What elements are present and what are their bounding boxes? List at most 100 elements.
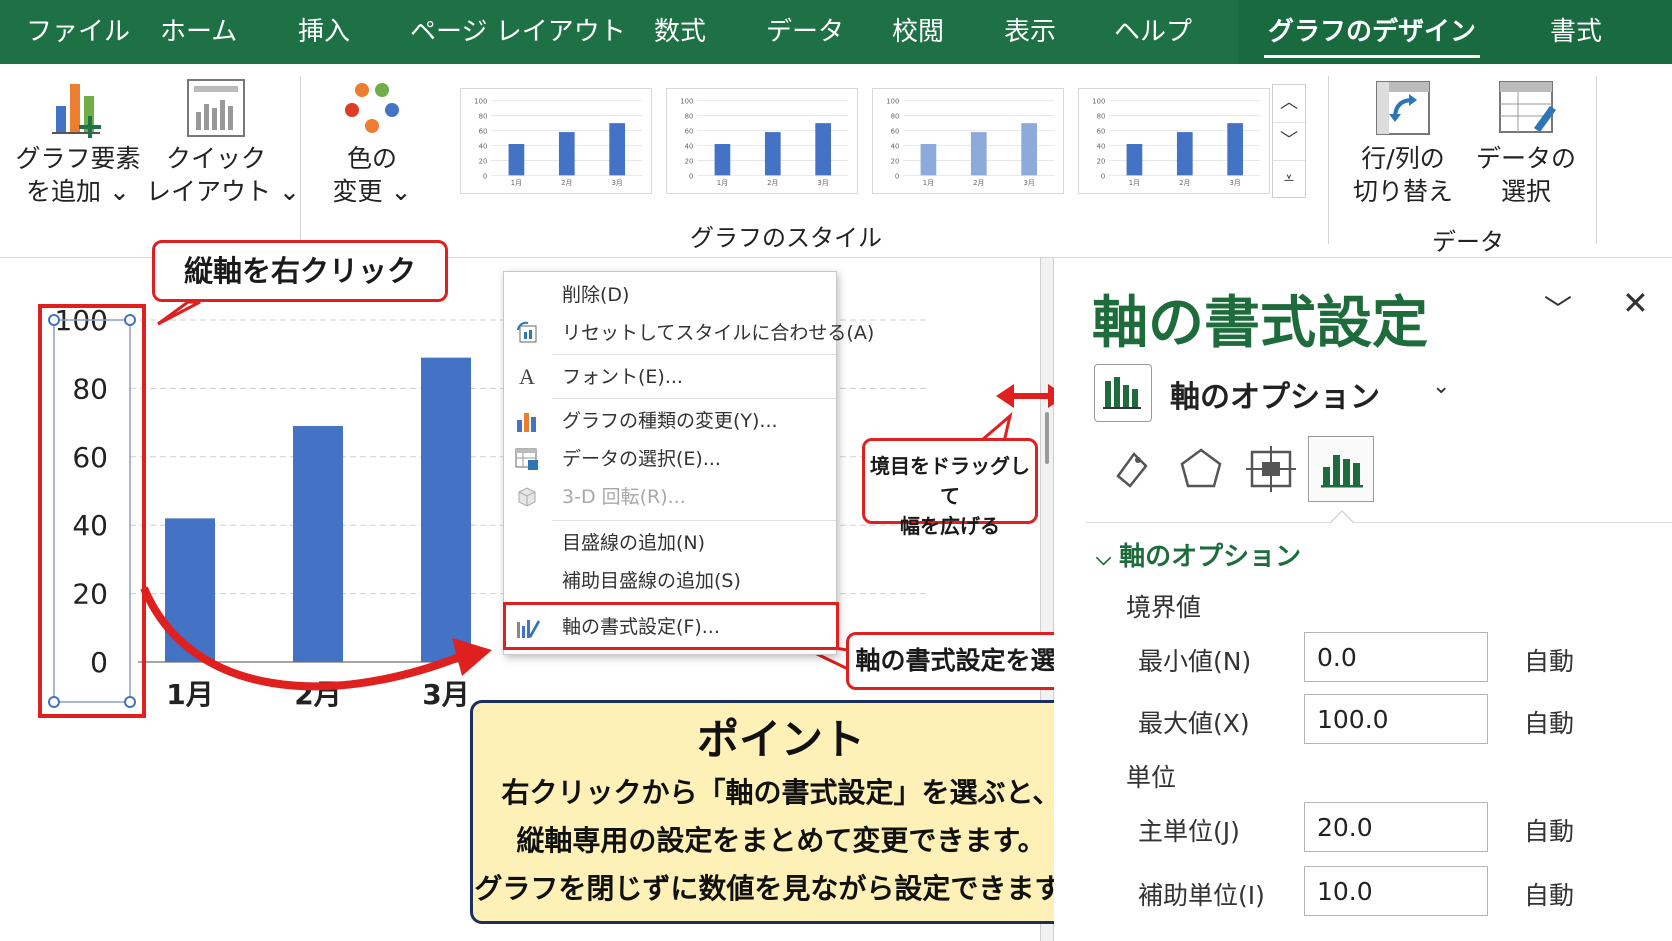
- menu-item-add-gridlines[interactable]: 目盛線の追加(N): [504, 524, 836, 562]
- menu-item-add-minor-gridlines[interactable]: 補助目盛線の追加(S): [504, 562, 836, 600]
- thumb-x-tick: 3月: [1230, 179, 1241, 187]
- minor-unit-input[interactable]: [1304, 866, 1488, 916]
- minor-unit-label: 補助単位(I): [1138, 881, 1265, 910]
- menu-item-label: 削除(D): [562, 284, 630, 306]
- bar[interactable]: [293, 426, 343, 662]
- menu-item-delete[interactable]: 削除(D): [504, 276, 836, 314]
- switch-row-column-button[interactable]: 行/列の 切り替え: [1344, 76, 1462, 208]
- chart-style-1[interactable]: 100 80 60 40 20 0 1月 2月 3月: [460, 88, 652, 194]
- tab-insert[interactable]: 挿入: [298, 0, 350, 64]
- thumb-bar: [558, 132, 575, 176]
- chart-style-4[interactable]: 100 80 60 40 20 0 1月 2月 3月: [1078, 88, 1270, 194]
- axis-options-icon: [1094, 364, 1152, 422]
- menu-item-select-data[interactable]: データの選択(E)...: [504, 440, 836, 478]
- style-gallery-scroll: ︿ ﹀ ⩡: [1272, 84, 1306, 198]
- bar[interactable]: [165, 518, 215, 662]
- chart-style-3[interactable]: 100 80 60 40 20 0 1月 2月 3月: [872, 88, 1064, 194]
- add-chart-element-icon: [52, 84, 101, 138]
- tab-help[interactable]: ヘルプ: [1114, 0, 1192, 64]
- chevron-down-icon[interactable]: ﹀: [1544, 288, 1572, 328]
- tab-chart-design[interactable]: グラフのデザイン: [1263, 0, 1481, 64]
- tab-data[interactable]: データ: [766, 0, 844, 64]
- callout-tail: [157, 300, 201, 326]
- reset-style-icon: [517, 321, 537, 343]
- min-auto-button[interactable]: 自動: [1524, 642, 1574, 678]
- chart-style-2[interactable]: 100 80 60 40 20 0 1月 2月 3月: [666, 88, 858, 194]
- tab-file[interactable]: ファイル: [26, 0, 130, 64]
- menu-item-label: グラフの種類の変更(Y)...: [562, 410, 778, 432]
- minor-auto-button[interactable]: 自動: [1524, 876, 1574, 912]
- point-title: ポイント: [696, 715, 865, 764]
- max-auto-button[interactable]: 自動: [1524, 704, 1574, 740]
- thumb-y-tick: 20: [479, 157, 488, 165]
- thumb-y-tick: 80: [1097, 113, 1106, 121]
- switch-row-column-label-1: 行/列の: [1361, 144, 1445, 173]
- max-label: 最大値(X): [1138, 709, 1250, 738]
- quick-layout-label-2: レイアウト ⌄: [146, 177, 300, 206]
- menu-bar: ファイル ホーム 挿入 ページ レイアウト 数式 データ 校閲 表示 ヘルプ グ…: [0, 0, 1672, 64]
- point-line-1: 右クリックから「軸の書式設定」を選ぶと、: [501, 776, 1061, 809]
- gallery-scroll-down-icon[interactable]: ﹀: [1273, 123, 1305, 161]
- quick-layout-button[interactable]: クイック レイアウト ⌄: [146, 76, 300, 208]
- axis-handle[interactable]: [124, 314, 136, 326]
- axis-handle[interactable]: [48, 314, 60, 326]
- close-icon[interactable]: ✕: [1622, 284, 1649, 322]
- thumb-y-tick: 60: [1097, 128, 1106, 136]
- tab-review[interactable]: 校閲: [892, 0, 944, 64]
- menu-item-reset-style[interactable]: リセットしてスタイルに合わせる(A): [504, 314, 874, 352]
- thumb-y-tick: 100: [680, 98, 693, 106]
- bar[interactable]: [421, 357, 471, 662]
- tab-format[interactable]: 書式: [1550, 0, 1602, 64]
- axis-handle[interactable]: [48, 696, 60, 708]
- menu-item-change-chart-type[interactable]: グラフの種類の変更(Y)...: [504, 402, 836, 440]
- drag-hint-line-2: 幅を広げる: [900, 514, 1000, 538]
- size-properties-tab[interactable]: [1238, 436, 1304, 502]
- major-unit-input[interactable]: [1304, 802, 1488, 852]
- thumb-bar: [508, 144, 525, 176]
- change-colors-button[interactable]: 色の 変更 ⌄: [312, 76, 432, 208]
- thumb-bar: [920, 144, 937, 176]
- menu-item-label: データの選択(E)...: [562, 448, 721, 470]
- 3d-rotation-icon: [518, 487, 536, 507]
- chart-style-2-preview: 100 80 60 40 20 0 1月 2月 3月: [680, 98, 849, 187]
- select-data-icon: [1499, 81, 1556, 133]
- right-click-axis-callout: 縦軸を右クリック: [152, 240, 448, 302]
- thumb-x-tick: 3月: [612, 179, 623, 187]
- resize-arrow-left-icon: [996, 384, 1014, 408]
- min-value-input[interactable]: [1304, 632, 1488, 682]
- thumb-x-tick: 3月: [818, 179, 829, 187]
- menu-item-label: 3-D 回転(R)...: [562, 486, 686, 508]
- major-auto-button[interactable]: 自動: [1524, 812, 1574, 848]
- select-data-button[interactable]: データの 選択: [1466, 76, 1586, 208]
- tab-view[interactable]: 表示: [1004, 0, 1056, 64]
- thumb-y-tick: 0: [483, 172, 487, 180]
- chart-type-icon: [517, 413, 536, 432]
- fill-line-tab[interactable]: [1098, 436, 1164, 502]
- axis-handle[interactable]: [124, 696, 136, 708]
- effects-tab[interactable]: [1168, 436, 1234, 502]
- menu-item-font[interactable]: A フォント(E)...: [504, 358, 836, 396]
- tab-page-layout[interactable]: ページ レイアウト: [410, 0, 626, 64]
- menu-separator: [552, 398, 836, 399]
- select-data-icon: [515, 448, 538, 470]
- max-value-input[interactable]: [1304, 694, 1488, 744]
- axis-options-tab[interactable]: [1308, 436, 1374, 502]
- axis-options-dropdown[interactable]: 軸のオプション ⌄: [1094, 364, 1450, 422]
- pane-resize-grip[interactable]: [1045, 412, 1049, 464]
- add-chart-element-label-2: を追加 ⌄: [26, 177, 130, 206]
- format-axis-pane: 軸の書式設定 ﹀ ✕ 軸のオプション ⌄ ⌵ 軸のオプション 境界値 最小値(N)…: [1054, 258, 1672, 941]
- thumb-x-tick: 1月: [923, 179, 934, 187]
- axis-options-section[interactable]: ⌵ 軸のオプション: [1096, 536, 1301, 573]
- gallery-scroll-up-icon[interactable]: ︿: [1273, 85, 1305, 123]
- font-icon: A: [519, 364, 535, 389]
- tab-home[interactable]: ホーム: [160, 0, 237, 64]
- tab-formulas[interactable]: 数式: [654, 0, 706, 64]
- gallery-more-icon[interactable]: ⩡: [1273, 161, 1305, 199]
- menu-separator: [552, 354, 836, 355]
- menu-separator: [552, 520, 836, 521]
- pane-title: 軸の書式設定: [1092, 291, 1428, 356]
- add-chart-element-button[interactable]: グラフ要素 を追加 ⌄: [14, 76, 142, 208]
- point-box: ポイント 右クリックから「軸の書式設定」を選ぶと、 縦軸専用の設定をまとめて変更…: [470, 700, 1092, 924]
- thumb-y-tick: 20: [1097, 157, 1106, 165]
- menu-item-label: リセットしてスタイルに合わせる(A): [562, 322, 875, 344]
